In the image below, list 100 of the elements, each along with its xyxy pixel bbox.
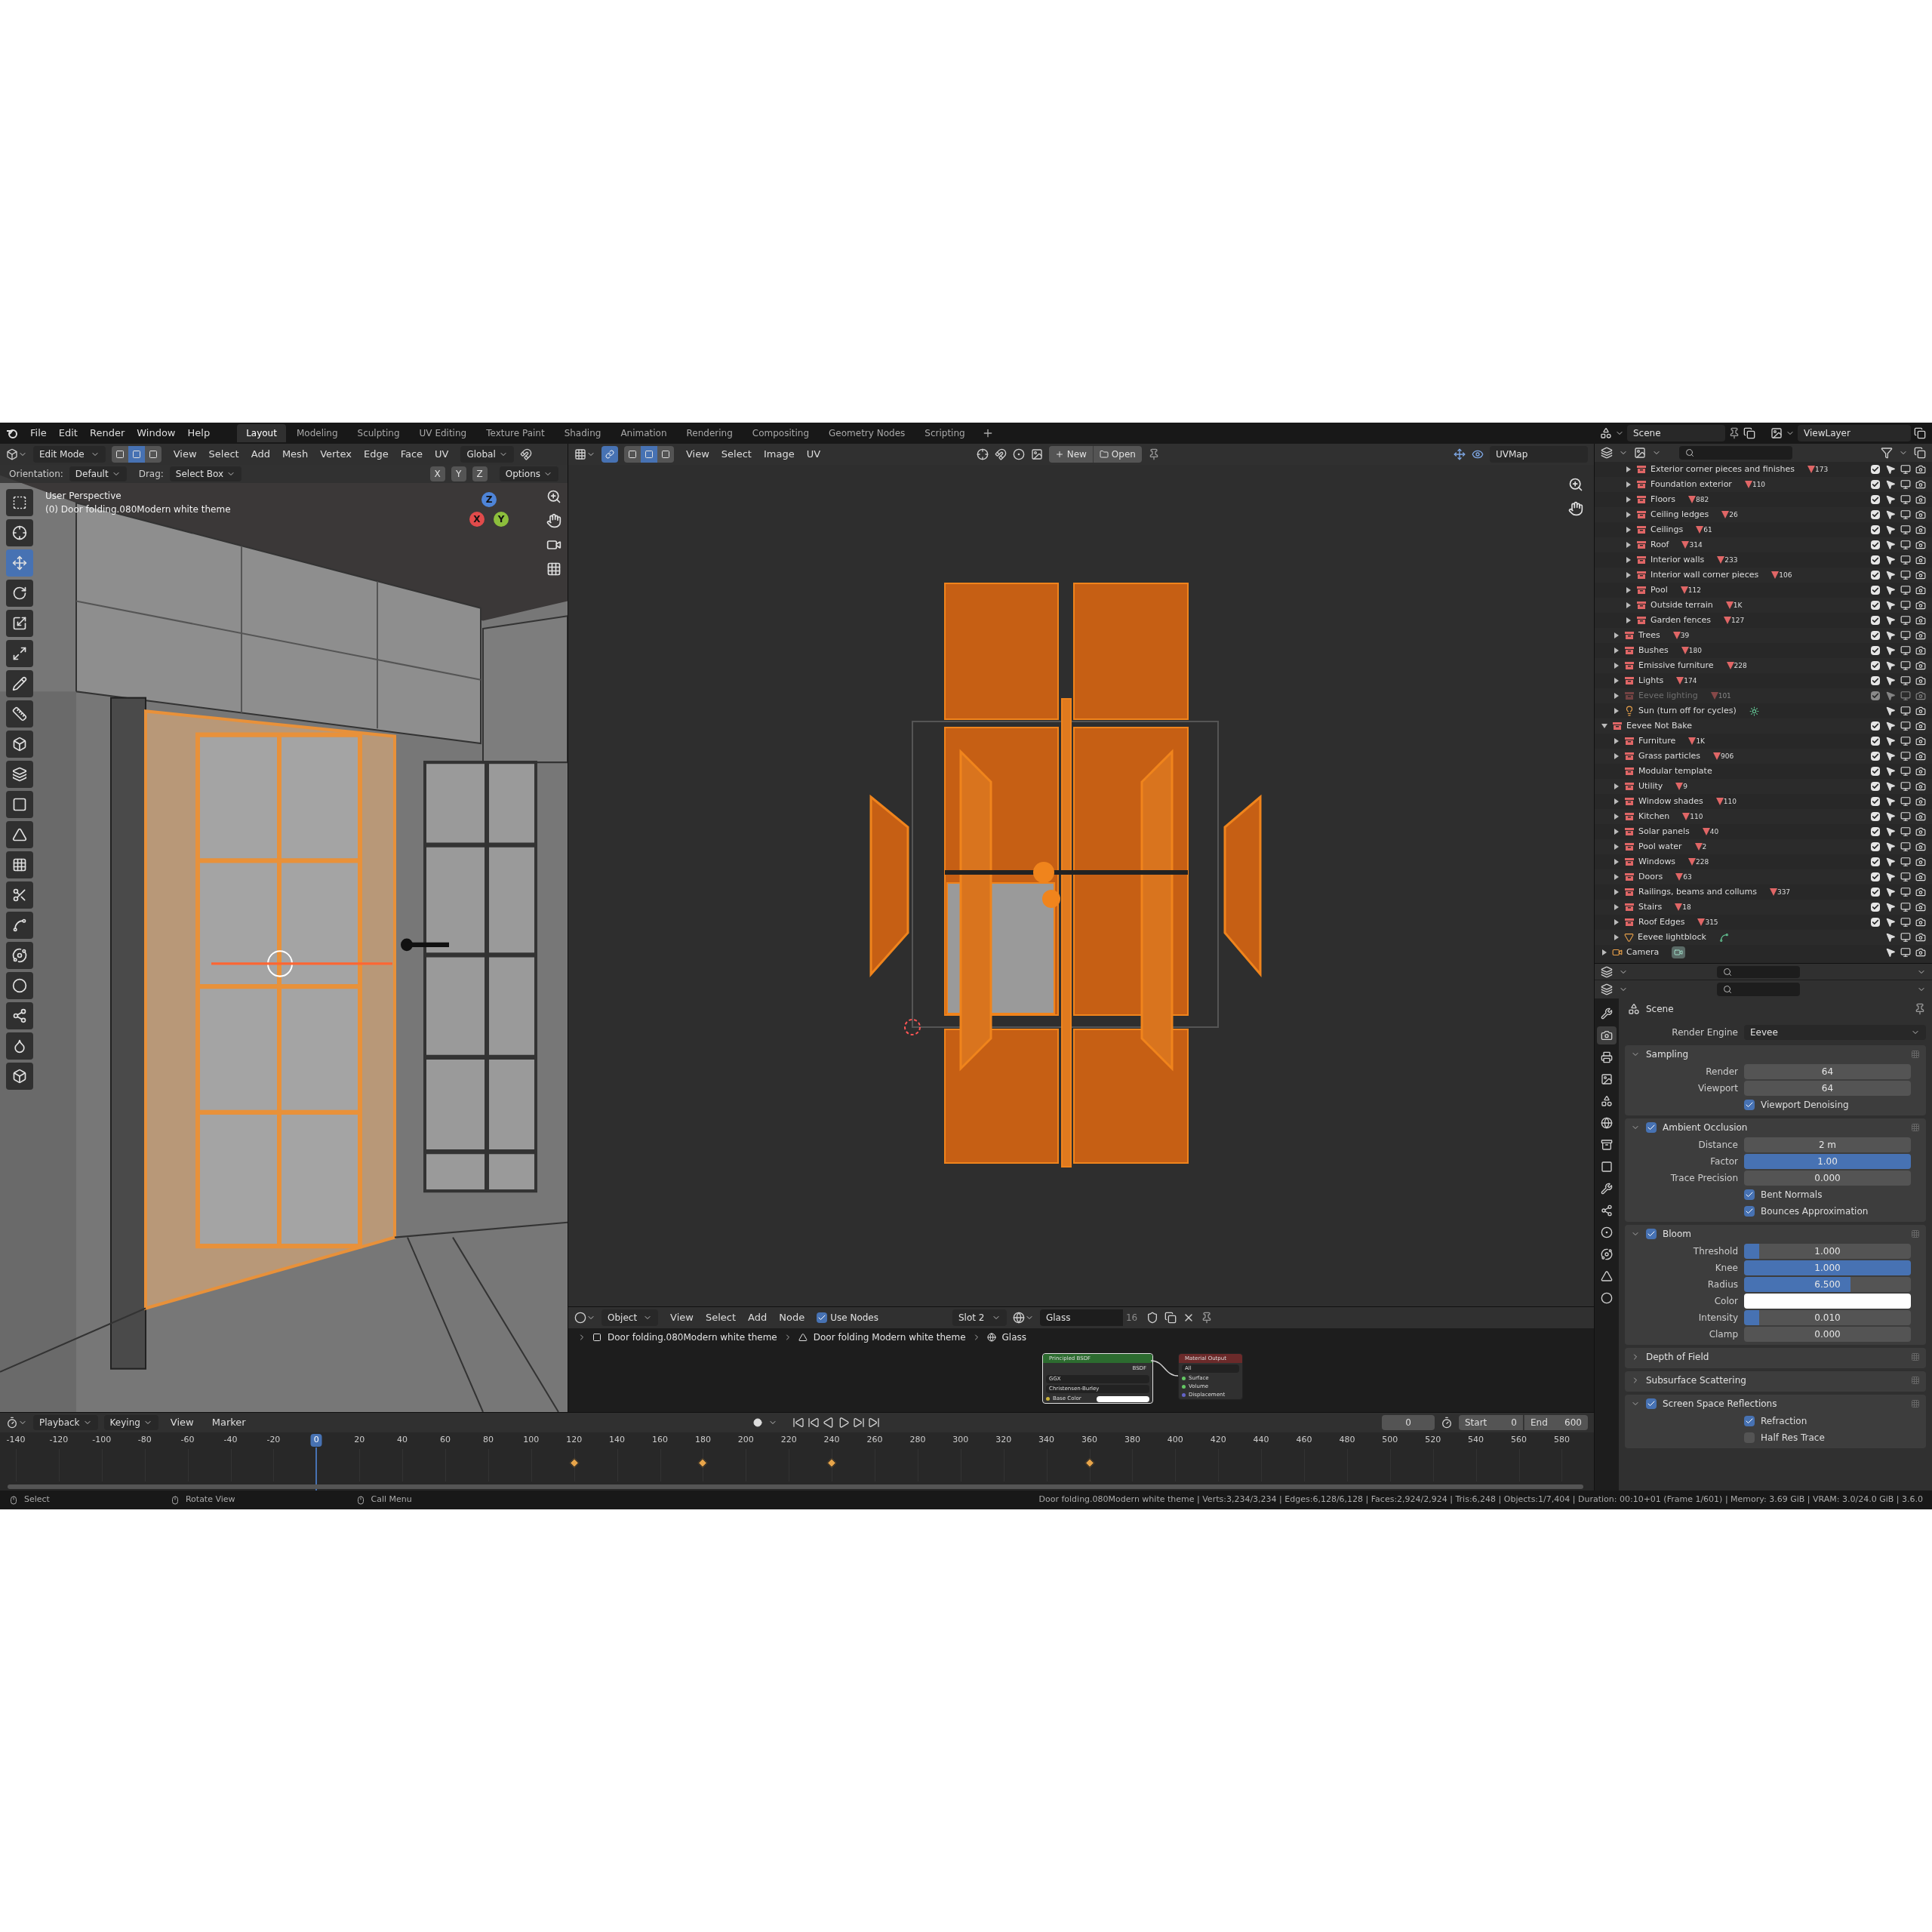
frame-number: 80	[481, 1434, 494, 1446]
object-count: 1K	[1725, 601, 1743, 609]
scene-statistics: Door folding.080Modern white theme | Verts:3,234/3,234 | Edges:6,128/6,128 | Faces:2,924/2,924 | Tris:6,248 | Objects:1/7,404 | Duration: 00:10+01 (Frame 1/601) | Memory: 3.69 GiB | VRAM: 3.0/24.0 GiB | 3.6.0	[1038, 1494, 1923, 1506]
menu-item[interactable]: Window	[131, 425, 182, 441]
menu-item[interactable]: Help	[181, 425, 217, 441]
current-frame-field[interactable]: 0	[1382, 1415, 1435, 1430]
panel-header[interactable]: Ambient Occlusion	[1625, 1118, 1926, 1137]
viewport-info-text: User Perspective	[45, 490, 122, 503]
drag-dropdown[interactable]: Select Box	[169, 466, 242, 481]
menu-item[interactable]: View	[680, 446, 715, 463]
menu-item[interactable]: Select	[699, 1309, 743, 1326]
panel-header[interactable]: Subsurface Scattering	[1625, 1371, 1926, 1389]
workspace-tab[interactable]: Rendering	[677, 424, 742, 442]
scene-field[interactable]: Scene	[1627, 425, 1725, 441]
object-dropdown[interactable]: Object	[601, 1309, 659, 1326]
panel-title: Bloom	[1663, 1228, 1691, 1241]
menu-dropdown[interactable]: Keying	[103, 1415, 158, 1430]
workspace-tab[interactable]: Compositing	[743, 424, 819, 442]
outliner-item-name: Furniture	[1638, 734, 1676, 747]
menu-item[interactable]: Node	[773, 1309, 811, 1326]
workspace-tab[interactable]: UV Editing	[410, 424, 476, 442]
outliner-item-name: Eevee lighting	[1638, 689, 1698, 702]
workspace-tab[interactable]: Texture Paint	[477, 424, 554, 442]
object-count: 2	[1694, 843, 1707, 851]
frame-number: 200	[737, 1434, 755, 1446]
number-field[interactable]: 64	[1744, 1064, 1911, 1079]
status-hint: Call Menu	[371, 1494, 412, 1506]
breadcrumb[interactable]: Glass	[1001, 1331, 1027, 1344]
object-count: 180	[1681, 647, 1702, 654]
checkbox-label: Viewport Denoising	[1761, 1099, 1849, 1112]
menu-item[interactable]: Edit	[52, 425, 84, 441]
outliner-item-name: Ceilings	[1651, 523, 1684, 536]
axis-toggle[interactable]: Y	[451, 466, 466, 481]
number-field[interactable]: 2 m	[1744, 1137, 1911, 1152]
workspace-tab[interactable]: Layout	[237, 424, 286, 442]
menu-item[interactable]: UV	[800, 446, 827, 463]
open-image-button[interactable]: Open	[1092, 446, 1142, 463]
menu-item[interactable]: View	[664, 1309, 700, 1326]
workspace-tab[interactable]: Modeling	[287, 424, 347, 442]
workspace-tab[interactable]: Shading	[555, 424, 611, 442]
breadcrumb[interactable]: Door folding.080Modern white theme	[608, 1331, 777, 1344]
axis-toggle[interactable]: Z	[472, 466, 488, 481]
menu-item[interactable]: Select	[202, 446, 245, 463]
outliner-item-name: Solar panels	[1638, 825, 1690, 838]
number-field[interactable]: 1.000	[1744, 1244, 1911, 1259]
number-field[interactable]: 0.010	[1744, 1310, 1911, 1325]
menu-item[interactable]: Vertex	[314, 446, 358, 463]
outliner-item-name: Ceiling ledges	[1651, 508, 1709, 521]
menu-item[interactable]: Face	[394, 446, 429, 463]
breadcrumb[interactable]: Door folding Modern white theme	[813, 1331, 966, 1344]
view-layer-field[interactable]: ViewLayer	[1798, 425, 1911, 441]
object-count: 101	[1710, 692, 1731, 700]
frame-number: -120	[48, 1434, 69, 1446]
material-field[interactable]: Glass	[1040, 1309, 1123, 1326]
context-title: Scene	[1646, 1003, 1674, 1016]
orientation-dropdown[interactable]: Global	[460, 446, 514, 463]
workspace-tab[interactable]: Geometry Nodes	[820, 424, 915, 442]
new-image-button[interactable]: New	[1048, 446, 1093, 463]
menu-item[interactable]: Marker	[205, 1414, 252, 1431]
outliner-item-name: Camera	[1626, 946, 1660, 958]
number-field[interactable]: 64	[1744, 1081, 1911, 1096]
panel-header[interactable]: Depth of Field	[1625, 1348, 1926, 1366]
menu-item[interactable]: View	[167, 446, 203, 463]
panel-header[interactable]: Screen Space Reflections	[1625, 1395, 1926, 1413]
menu-item[interactable]: Render	[83, 425, 131, 441]
menu-item[interactable]: Mesh	[275, 446, 315, 463]
outliner-item-name: Modular template	[1638, 764, 1712, 777]
field-label: Threshold	[1692, 1245, 1738, 1258]
menu-item[interactable]: Image	[757, 446, 801, 463]
menu-item[interactable]: File	[24, 425, 53, 441]
menu-item[interactable]: UV	[429, 446, 455, 463]
frame-number: 560	[1510, 1434, 1527, 1446]
number-field[interactable]: 0.000	[1744, 1171, 1911, 1186]
options-dropdown[interactable]: Options	[499, 466, 558, 481]
uv-map-field[interactable]: UVMap	[1490, 446, 1588, 463]
panel-header[interactable]: Sampling	[1625, 1045, 1926, 1063]
object-count: 882	[1688, 496, 1709, 503]
start-frame-field[interactable]: Start 0	[1459, 1415, 1523, 1430]
panel-header[interactable]: Bloom	[1625, 1225, 1926, 1243]
workspace-tab[interactable]: Scripting	[915, 424, 974, 442]
menu-item[interactable]: Select	[715, 446, 758, 463]
number-field[interactable]: 0.000	[1744, 1327, 1911, 1342]
end-frame-field[interactable]: End 600	[1524, 1415, 1588, 1430]
slot-dropdown[interactable]: Slot 2	[952, 1309, 1007, 1326]
number-field[interactable]: 1.00	[1744, 1154, 1911, 1169]
frame-number: 100	[522, 1434, 540, 1446]
mode-dropdown[interactable]: Edit Mode	[33, 446, 106, 463]
axis-toggle[interactable]: X	[429, 466, 445, 481]
workspace-tab[interactable]: Animation	[611, 424, 676, 442]
orientation-default-dropdown[interactable]: Default	[69, 466, 127, 481]
render-engine-dropdown[interactable]: Eevee	[1744, 1025, 1926, 1040]
menu-item[interactable]: Edge	[357, 446, 395, 463]
number-field[interactable]: 1.000	[1744, 1260, 1911, 1275]
menu-item[interactable]: Add	[245, 446, 276, 463]
menu-item[interactable]: View	[164, 1414, 200, 1431]
menu-dropdown[interactable]: Playback	[33, 1415, 98, 1430]
menu-item[interactable]: Add	[742, 1309, 774, 1326]
frame-number: 340	[1038, 1434, 1056, 1446]
number-field[interactable]: 6.500	[1744, 1277, 1911, 1292]
workspace-tab[interactable]: Sculpting	[348, 424, 409, 442]
